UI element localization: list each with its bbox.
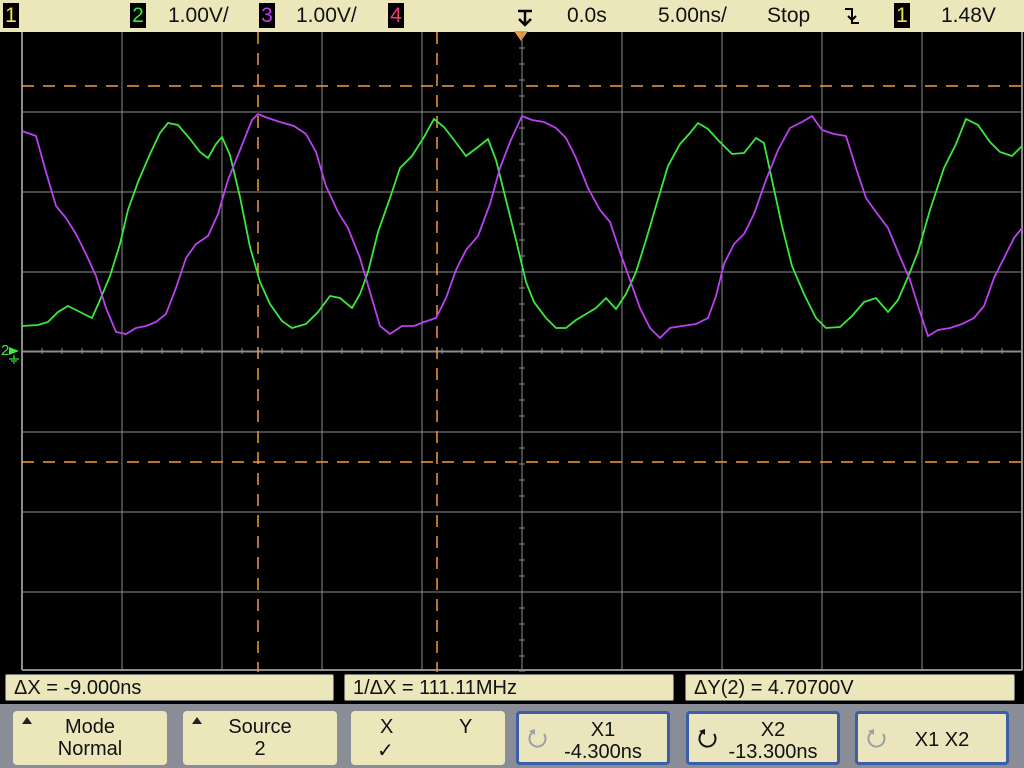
waveform-display[interactable] bbox=[0, 32, 1024, 672]
x2-cursor-softkey[interactable]: X2 -13.300ns bbox=[686, 711, 840, 765]
source-softkey[interactable]: Source 2 bbox=[183, 711, 337, 765]
x2-value: -13.300ns bbox=[728, 741, 818, 763]
x-option-label: X bbox=[380, 716, 394, 738]
graticule bbox=[21, 32, 1023, 672]
horizontal-delay: 0.0s bbox=[567, 4, 607, 27]
trigger-source-indicator[interactable]: 1 bbox=[894, 3, 910, 28]
trigger-position-icon bbox=[518, 9, 532, 27]
channel-2-scale: 1.00V/ bbox=[168, 4, 229, 27]
softkey-bar: Mode Normal Source 2 X Y ✓ X1 -4.300ns X… bbox=[0, 704, 1024, 768]
x1-cursor-softkey[interactable]: X1 -4.300ns bbox=[516, 711, 670, 765]
status-bar: 1 2 1.00V/ 3 1.00V/ 4 0.0s 5.00ns/ Stop … bbox=[0, 0, 1024, 32]
mode-softkey[interactable]: Mode Normal bbox=[13, 711, 167, 765]
channel-4-indicator[interactable]: 4 bbox=[388, 3, 404, 28]
source-value: 2 bbox=[254, 738, 266, 760]
delta-x-readout: ΔX = -9.000ns bbox=[5, 674, 334, 701]
x1-label: X1 bbox=[590, 719, 616, 741]
channel-3-indicator[interactable]: 3 bbox=[259, 3, 275, 28]
selected-check-icon: ✓ bbox=[377, 740, 394, 762]
x1-x2-cursor-softkey[interactable]: X1 X2 bbox=[855, 711, 1009, 765]
trigger-level: 1.48V bbox=[941, 4, 996, 27]
x1-value: -4.300ns bbox=[564, 741, 642, 763]
channel-3-scale: 1.00V/ bbox=[296, 4, 357, 27]
x1-x2-label: X1 X2 bbox=[914, 729, 970, 751]
source-label: Source bbox=[228, 716, 292, 738]
channel-1-indicator[interactable]: 1 bbox=[3, 3, 19, 28]
run-state: Stop bbox=[767, 4, 811, 27]
falling-edge-icon bbox=[845, 8, 859, 24]
xy-cursor-softkey[interactable]: X Y ✓ bbox=[351, 711, 505, 765]
mode-value: Normal bbox=[57, 738, 123, 760]
channel-2-ground-marker[interactable]: 2 bbox=[1, 343, 21, 365]
ground-icon bbox=[9, 347, 19, 364]
delta-y-readout: ΔY(2) = 4.70700V bbox=[685, 674, 1015, 701]
y-option-label: Y bbox=[459, 716, 473, 738]
inverse-delta-x-readout: 1/ΔX = 111.11MHz bbox=[344, 674, 674, 701]
channel-2-indicator[interactable]: 2 bbox=[130, 3, 146, 28]
mode-label: Mode bbox=[64, 716, 116, 738]
timebase-scale: 5.00ns/ bbox=[658, 4, 727, 27]
x2-label: X2 bbox=[760, 719, 786, 741]
